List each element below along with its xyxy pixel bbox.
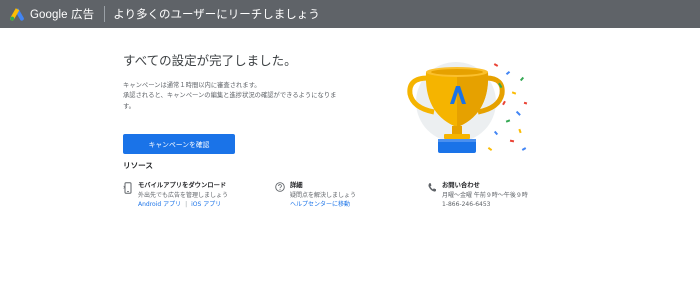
page-title: より多くのユーザーにリーチしましょう — [113, 7, 320, 21]
link-separator: | — [185, 201, 188, 208]
resource-title: モバイルアプリをダウンロード — [138, 182, 227, 189]
resource-title: お問い合わせ — [442, 182, 480, 189]
completion-headline: すべての設定が完了しました。 — [123, 53, 297, 68]
contact-hours: 月曜～金曜 午前９時～午後９時 — [442, 191, 528, 199]
resource-contact: お問い合わせ 月曜～金曜 午前９時～午後９時 1-866-246-6453 — [427, 182, 528, 210]
mobile-phone-icon — [123, 182, 132, 194]
resource-details-text: 詳細 疑問点を解決しましょう ヘルプセンターに移動 — [290, 182, 356, 210]
resource-contact-text: お問い合わせ 月曜～金曜 午前９時～午後９時 1-866-246-6453 — [442, 182, 528, 210]
header-divider — [104, 6, 106, 22]
phone-icon — [428, 183, 436, 192]
android-app-link[interactable]: Android アプリ — [138, 201, 181, 208]
google-ads-logo-icon — [10, 8, 24, 21]
help-circle-icon — [275, 182, 285, 192]
review-description: キャンペーンは通常１時間以内に審査されます。 承認されると、キャンペーンの編集と… — [123, 81, 343, 112]
resource-description: 疑問点を解決しましょう — [290, 191, 357, 199]
google-ads-logo[interactable]: Google 広告 — [9, 6, 94, 22]
resource-title: 詳細 — [290, 182, 303, 189]
trophy-confetti-icon — [407, 62, 528, 153]
help-link-row: ヘルプセンターに移動 — [290, 200, 356, 210]
description-line-2: 承認されると、キャンペーンの編集と進捗状況の確認ができるようになります。 — [123, 92, 337, 110]
resource-details: 詳細 疑問点を解決しましょう ヘルプセンターに移動 — [275, 182, 356, 210]
top-app-bar: Google 広告 より多くのユーザーにリーチしましょう — [0, 0, 700, 28]
resources-heading: リソース — [123, 161, 153, 170]
resource-mobile-app-text: モバイルアプリをダウンロード 外出先でも広告を管理しましょう Android ア… — [138, 182, 228, 210]
resource-mobile-app: モバイルアプリをダウンロード 外出先でも広告を管理しましょう Android ア… — [123, 182, 228, 210]
description-line-1: キャンペーンは通常１時間以内に審査されます。 — [123, 82, 261, 89]
ios-app-link[interactable]: iOS アプリ — [191, 201, 221, 208]
review-campaign-button[interactable]: キャンペーンを確認 — [123, 134, 235, 154]
resource-description: 外出先でも広告を管理しましょう — [138, 191, 229, 199]
app-links: Android アプリ | iOS アプリ — [138, 200, 228, 210]
brand-name: Google 広告 — [30, 9, 95, 21]
contact-phone-number: 1-866-246-6453 — [442, 201, 491, 208]
help-center-link[interactable]: ヘルプセンターに移動 — [290, 201, 350, 208]
